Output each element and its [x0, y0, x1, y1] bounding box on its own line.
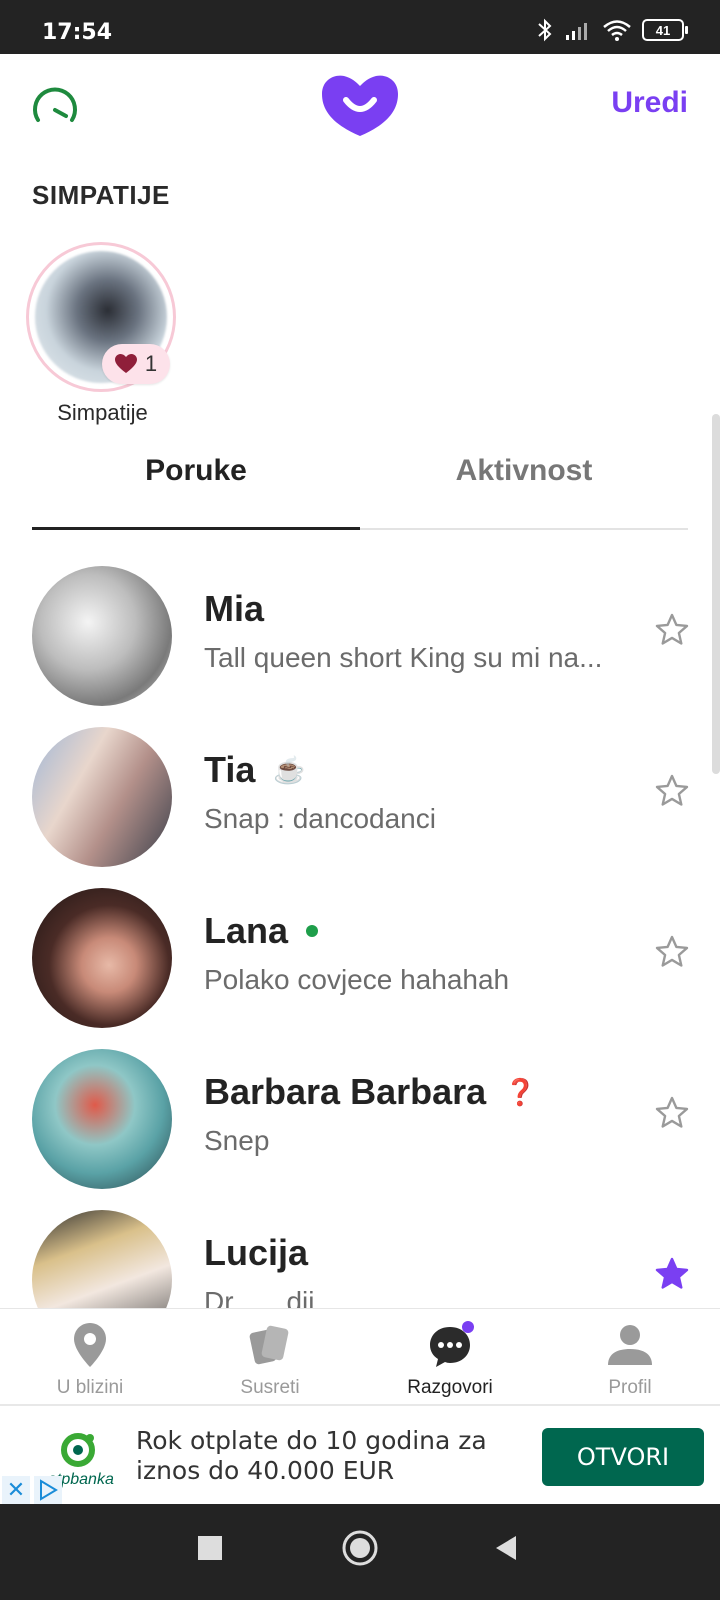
star-outline-icon[interactable]: [654, 612, 690, 648]
chat-bubble-icon: [430, 1321, 474, 1367]
nav-item-u-blizini[interactable]: U blizini: [0, 1319, 180, 1399]
likes-count-badge: 1: [102, 344, 170, 384]
status-time: 17:54: [42, 20, 113, 45]
nav-label: Profil: [608, 1377, 652, 1398]
location-pin-icon: [74, 1323, 106, 1367]
nav-label: U blizini: [56, 1377, 124, 1398]
conversation-preview: Polako covjece hahahah: [204, 964, 510, 995]
recents-icon[interactable]: [196, 1534, 224, 1562]
conversation-preview: Snap : dancodanci: [204, 803, 436, 834]
conversation-preview: Dr... ...dij...: [204, 1286, 338, 1308]
nav-label: Susreti: [240, 1377, 300, 1398]
tab-aktivnost[interactable]: Aktivnost: [360, 454, 688, 488]
app-logo: [322, 75, 398, 136]
cards-icon: [249, 1325, 289, 1365]
back-icon[interactable]: [492, 1534, 520, 1562]
tab-indicator: [32, 527, 360, 530]
conversation-name-row: Barbara Barbara ❓: [204, 1071, 537, 1113]
nav-item-razgovori[interactable]: Razgovori: [360, 1319, 540, 1399]
profile-icon: [608, 1325, 652, 1365]
nav-item-profil[interactable]: Profil: [540, 1319, 720, 1399]
conversation-item[interactable]: Lucija Dr... ...dij...: [0, 1200, 720, 1308]
conversation-name-row: Lucija: [204, 1232, 308, 1274]
conversation-name-row: Lana: [204, 910, 319, 952]
star-filled-icon[interactable]: [654, 1256, 690, 1292]
nav-item-susreti[interactable]: Susreti: [180, 1319, 360, 1399]
nav-label: Razgovori: [407, 1377, 493, 1398]
conversation-item[interactable]: Mia Tall queen short King su mi na...: [0, 556, 720, 720]
conversation-name-row: Mia: [204, 588, 264, 630]
home-icon[interactable]: [340, 1528, 380, 1568]
ad-choices-icon[interactable]: [34, 1476, 62, 1504]
ad-text: Rok otplate do 10 godina za iznos do 40.…: [136, 1426, 487, 1485]
conversation-name-row: Tia ☕: [204, 749, 306, 791]
avatar[interactable]: [32, 1049, 172, 1189]
conversation-list: Mia Tall queen short King su mi na... Ti…: [0, 556, 720, 1308]
signal-icon: [566, 23, 587, 40]
conversation-name: Mia: [204, 588, 265, 629]
conversation-item[interactable]: Tia ☕ Snap : dancodanci: [0, 717, 720, 881]
heart-icon: [114, 354, 137, 373]
system-navigation-bar: [0, 1504, 720, 1600]
ad-open-button[interactable]: OTVORI: [542, 1428, 704, 1486]
battery-icon: 41: [642, 19, 688, 41]
tab-bar: Poruke Aktivnost: [32, 440, 688, 530]
online-status-dot: [306, 925, 319, 937]
conversation-preview: Tall queen short King su mi na...: [204, 642, 603, 673]
conversation-preview: Snep: [204, 1125, 270, 1156]
coffee-icon: ☕: [273, 754, 306, 785]
likes-count: 1: [144, 351, 158, 376]
conversation-name: Tia: [204, 749, 256, 790]
star-outline-icon[interactable]: [654, 1095, 690, 1131]
conversation-name: Lana: [204, 910, 289, 951]
ad-banner[interactable]: otpbanka Rok otplate do 10 godina za izn…: [0, 1404, 720, 1506]
status-icons: 41: [536, 18, 688, 42]
speedometer-icon[interactable]: [30, 82, 80, 132]
conversation-item[interactable]: Lana Polako covjece hahahah: [0, 878, 720, 1042]
avatar[interactable]: [32, 566, 172, 706]
conversation-name: Lucija: [204, 1232, 309, 1273]
status-bar: 17:54 41: [0, 0, 720, 54]
avatar[interactable]: [32, 888, 172, 1028]
edit-button[interactable]: Uredi: [611, 86, 688, 120]
wifi-icon: [603, 20, 631, 41]
avatar[interactable]: [32, 1210, 172, 1308]
star-outline-icon[interactable]: [654, 934, 690, 970]
likes-section-title: SIMPATIJE: [32, 180, 170, 210]
bottom-navigation: U blizini Susreti Razgovori Profil: [0, 1308, 720, 1405]
close-icon[interactable]: ✕: [2, 1476, 30, 1504]
question-mark-icon: ❓: [504, 1076, 537, 1107]
star-outline-icon[interactable]: [654, 773, 690, 809]
likes-label: Simpatije: [57, 400, 148, 425]
conversation-item[interactable]: Barbara Barbara ❓ Snep: [0, 1039, 720, 1203]
tab-poruke[interactable]: Poruke: [32, 454, 360, 488]
avatar[interactable]: [32, 727, 172, 867]
app-bar: Uredi: [0, 54, 720, 154]
conversation-name: Barbara Barbara: [204, 1071, 487, 1112]
bluetooth-icon: [538, 18, 552, 42]
